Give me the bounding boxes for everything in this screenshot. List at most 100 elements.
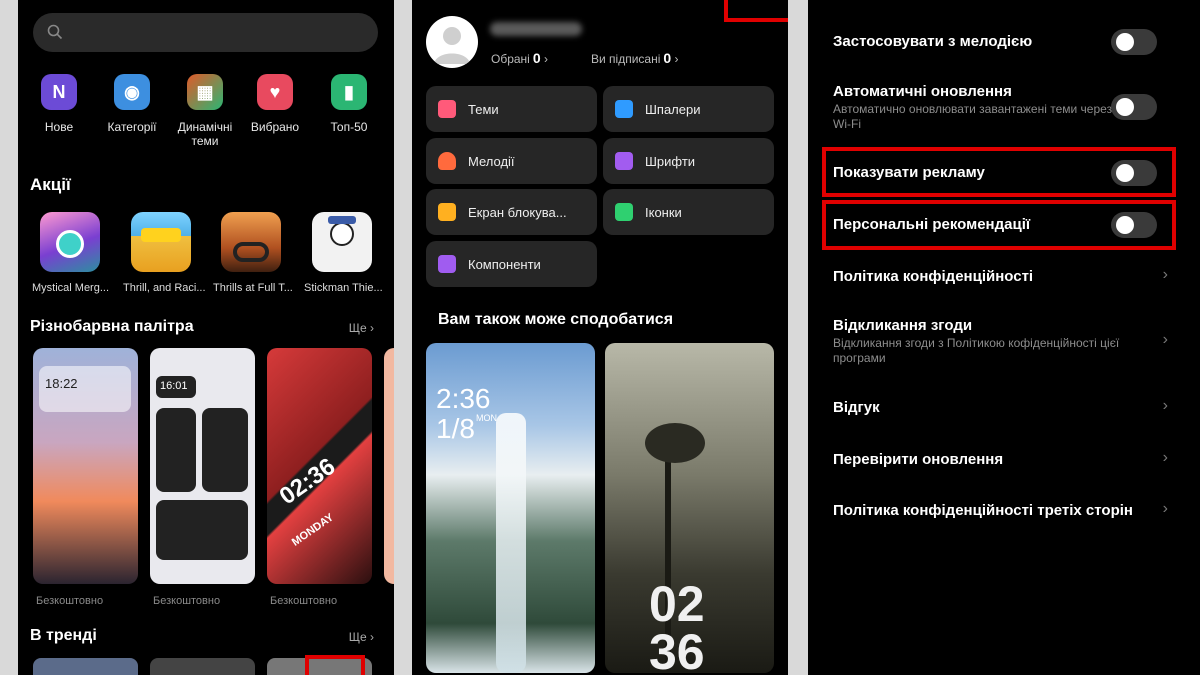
- chevron-right-icon: ›: [1162, 331, 1168, 348]
- trending-card[interactable]: [150, 658, 255, 675]
- setting-feedback[interactable]: Відгук ›: [833, 397, 1170, 416]
- setting-privacy-policy[interactable]: Політика конфіденційності ›: [833, 266, 1170, 285]
- auto-update-toggle[interactable]: [1111, 94, 1157, 120]
- username-blurred: [490, 22, 582, 36]
- setting-title: Перевірити оновлення: [833, 451, 1004, 468]
- chevron-right-icon: ›: [1162, 500, 1168, 517]
- wallpaper-card[interactable]: 02 36: [605, 343, 774, 673]
- chevron-right-icon: ›: [1162, 449, 1168, 466]
- theme-price: Безкоштовно: [36, 595, 104, 607]
- tile-label: Мелодії: [468, 153, 515, 169]
- theme-card[interactable]: 16:01: [150, 348, 255, 584]
- category-new[interactable]: N Нове: [20, 74, 98, 134]
- theme-clock: 02:36: [274, 452, 341, 511]
- tile-label: Шпалери: [645, 101, 701, 117]
- wallpaper-clock: 2:36: [436, 383, 491, 414]
- following-label: Ви підписані: [591, 52, 661, 66]
- category-label: Вибрано: [250, 120, 300, 134]
- bell-icon: [438, 152, 456, 170]
- tile-label: Компоненти: [468, 256, 541, 272]
- chevron-right-icon: ›: [1162, 266, 1168, 283]
- avatar[interactable]: [426, 16, 478, 68]
- setting-revoke-consent[interactable]: Відкликання згоди Відкликання згоди з По…: [833, 317, 1170, 366]
- wallpaper-date: 1/8: [436, 413, 475, 444]
- setting-ringtone-apply[interactable]: Застосовувати з мелодією: [833, 29, 1170, 55]
- app-name: Mystical Merg...: [32, 282, 110, 294]
- category-categories[interactable]: ◉ Категорії: [93, 74, 171, 134]
- favorites-counter[interactable]: Обрані 0 ›: [491, 50, 548, 66]
- tile-widgets[interactable]: Компоненти: [426, 241, 597, 287]
- category-selected[interactable]: ♥ Вибрано: [236, 74, 314, 134]
- ringtone-apply-toggle[interactable]: [1111, 29, 1157, 55]
- app-thumbnail: [221, 212, 281, 272]
- new-icon: N: [41, 74, 77, 110]
- tile-themes[interactable]: Теми: [426, 86, 597, 132]
- setting-subtitle: Автоматично оновлювати завантажені теми …: [833, 102, 1113, 131]
- tile-label: Екран блокува...: [468, 204, 567, 220]
- theme-price: Безкоштовно: [270, 595, 338, 607]
- tile-lockscreen[interactable]: Екран блокува...: [426, 189, 597, 235]
- search-input[interactable]: [33, 13, 378, 52]
- category-dynamic-themes[interactable]: ▦ Динамічні теми: [166, 74, 244, 148]
- trending-more-link[interactable]: Ще ›: [349, 630, 374, 644]
- tile-icons[interactable]: Іконки: [603, 189, 774, 235]
- tile-ringtones[interactable]: Мелодії: [426, 138, 597, 184]
- widgets-icon: [438, 255, 456, 273]
- palette-more-link[interactable]: Ще ›: [349, 321, 374, 335]
- tile-wallpapers[interactable]: Шпалери: [603, 86, 774, 132]
- chevron-right-icon: ›: [1162, 397, 1168, 414]
- app-card[interactable]: Mystical Merg...: [32, 212, 109, 294]
- category-top50[interactable]: ▮ Топ-50: [310, 74, 388, 134]
- theme-day: MONDAY: [289, 511, 337, 549]
- following-counter[interactable]: Ви підписані 0 ›: [591, 50, 679, 66]
- fonts-icon: [615, 152, 633, 170]
- wallpapers-icon: [615, 100, 633, 118]
- theme-card-partial[interactable]: [384, 348, 394, 584]
- following-count: 0: [663, 50, 672, 66]
- dynamic-themes-icon: ▦: [187, 74, 223, 110]
- palette-title: Різнобарвна палітра: [30, 318, 194, 335]
- theme-clock: 16:01: [160, 380, 188, 392]
- tile-label: Шрифти: [645, 153, 696, 169]
- category-label: Топ-50: [330, 120, 368, 134]
- setting-check-updates[interactable]: Перевірити оновлення ›: [833, 449, 1170, 468]
- app-name: Thrills at Full T...: [213, 282, 293, 294]
- theme-price: Безкоштовно: [153, 595, 221, 607]
- wallpaper-card[interactable]: 2:36 1/8 MON: [426, 343, 595, 673]
- theme-card[interactable]: 02:36 MONDAY: [267, 348, 372, 584]
- app-card[interactable]: Thrill, and Raci...: [123, 212, 206, 294]
- highlight-personal-recommendations: [822, 200, 1176, 250]
- setting-title: Відкликання згоди: [833, 317, 973, 334]
- search-icon: [47, 24, 63, 40]
- theme-card[interactable]: 18:22: [33, 348, 138, 584]
- wallpaper-clock-minutes: 36: [649, 624, 705, 673]
- setting-subtitle: Відкликання згоди з Політикою кофіденцій…: [833, 336, 1120, 365]
- highlight-settings-button: [724, 0, 788, 22]
- app-thumbnail: [312, 212, 372, 272]
- wallpaper-clock-hours: 02: [649, 576, 705, 632]
- setting-title: Політика конфіденційності третіх сторін: [833, 502, 1133, 519]
- trending-card[interactable]: [33, 658, 138, 675]
- category-label: Динамічні теми: [177, 120, 233, 148]
- profile-screen: Обрані 0 › Ви підписані 0 › Теми Шпалери М…: [412, 0, 788, 675]
- wallpaper-day: MON: [476, 413, 497, 423]
- favorites-count: 0: [532, 50, 541, 66]
- app-card[interactable]: Stickman Thie...: [304, 212, 383, 294]
- tile-label: Іконки: [645, 204, 682, 220]
- app-thumbnail: [40, 212, 100, 272]
- promos-title: Акції: [30, 175, 71, 194]
- app-name: Stickman Thie...: [304, 282, 383, 294]
- setting-third-party-privacy[interactable]: Політика конфіденційності третіх сторін …: [833, 500, 1170, 519]
- heart-icon: ♥: [257, 74, 293, 110]
- themes-home-screen: N Нове ◉ Категорії ▦ Динамічні теми ♥ Ви…: [18, 0, 394, 675]
- lock-icon: [438, 203, 456, 221]
- settings-screen: Застосовувати з мелодією Автоматичні оно…: [808, 0, 1200, 675]
- favorites-label: Обрані: [491, 52, 530, 66]
- app-name: Thrill, and Raci...: [123, 282, 206, 294]
- app-card[interactable]: Thrills at Full T...: [213, 212, 293, 294]
- tile-label: Теми: [468, 101, 499, 117]
- setting-title: Відгук: [833, 399, 880, 416]
- tile-fonts[interactable]: Шрифти: [603, 138, 774, 184]
- categories-icon: ◉: [114, 74, 150, 110]
- setting-auto-update[interactable]: Автоматичні оновлення Автоматично оновлю…: [833, 83, 1170, 132]
